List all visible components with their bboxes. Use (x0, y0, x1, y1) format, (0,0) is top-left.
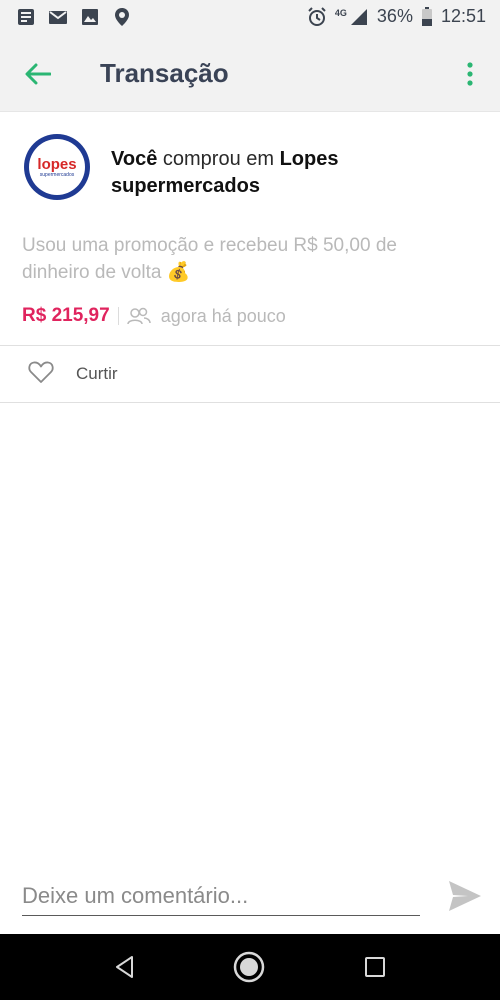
heart-icon (28, 361, 54, 383)
nav-back-icon[interactable] (110, 952, 140, 982)
more-options-button[interactable] (458, 56, 482, 92)
network-type: 4G (334, 7, 347, 18)
logo-inner: lopes supermercados (29, 139, 85, 195)
promo-text: Usou uma promoção e recebeu R$ 50,00 de … (22, 235, 397, 283)
logo-text: lopes (37, 155, 77, 173)
transaction-amount: R$ 215,97 (22, 305, 110, 326)
nav-home-icon[interactable] (232, 950, 266, 984)
comment-bar (0, 870, 500, 930)
comment-input[interactable] (22, 876, 420, 916)
clock: 12:51 (440, 6, 486, 26)
like-button[interactable]: Curtir (0, 346, 500, 402)
headline-middle: comprou em (157, 148, 280, 170)
transaction-meta: R$ 215,97 agora há pouco (22, 304, 286, 328)
app-bar: Transação (0, 34, 500, 112)
alarm-icon (308, 6, 326, 26)
meta-divider (117, 307, 119, 325)
arrow-left-icon (25, 63, 51, 85)
headline-prefix: Você (111, 148, 158, 170)
divider (0, 402, 500, 403)
battery-percent: 36% (376, 6, 413, 26)
battery-icon (421, 6, 432, 26)
like-label: Curtir (76, 364, 118, 383)
nav-recent-apps-icon[interactable] (362, 954, 388, 980)
status-bar: 4G 36% 12:51 (0, 0, 500, 34)
kebab-menu-icon (467, 62, 473, 86)
transaction-time: agora há pouco (160, 305, 286, 326)
signal-icon (350, 8, 367, 25)
merchant-logo[interactable]: lopes supermercados (24, 134, 90, 200)
send-icon[interactable] (446, 878, 484, 914)
mail-icon (49, 11, 67, 24)
logo-subtext: supermercados (39, 171, 75, 178)
image-icon (82, 9, 98, 25)
system-nav-bar (0, 934, 500, 1000)
people-icon (126, 307, 151, 325)
news-icon (18, 9, 34, 25)
transaction-headline: Você comprou em Lopes supermercados (111, 146, 471, 200)
back-button[interactable] (20, 56, 56, 92)
page-title: Transação (100, 58, 229, 88)
location-icon (115, 8, 129, 26)
